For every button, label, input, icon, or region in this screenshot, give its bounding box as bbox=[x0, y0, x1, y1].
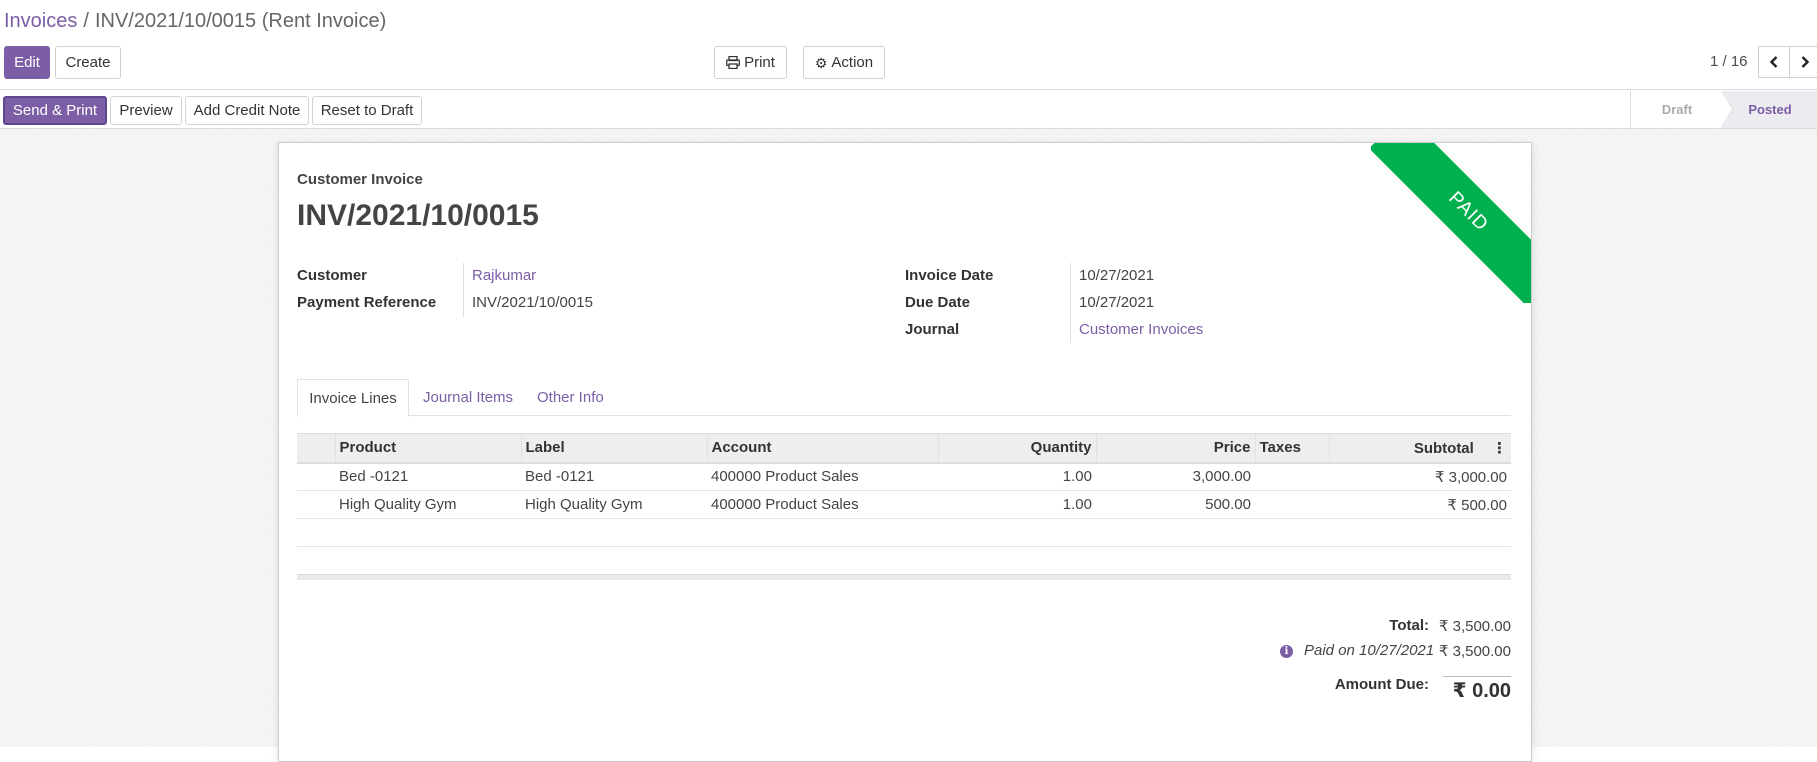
invoice-date-value[interactable]: 10/27/2021 bbox=[1079, 267, 1154, 284]
cell-product: Bed -0121 bbox=[335, 462, 521, 491]
tab-other-info[interactable]: Other Info bbox=[537, 379, 604, 416]
row-handle bbox=[297, 490, 335, 519]
cell-label: High Quality Gym bbox=[521, 490, 707, 519]
customer-label: Customer bbox=[297, 267, 368, 284]
print-icon bbox=[726, 56, 741, 69]
journal-label: Journal bbox=[905, 321, 960, 338]
pager-value[interactable]: 1 / 16 bbox=[1710, 53, 1748, 70]
cell-taxes bbox=[1255, 490, 1329, 519]
column-quantity-header[interactable]: Quantity bbox=[937, 433, 1096, 464]
chevron-right-icon bbox=[1801, 56, 1810, 68]
table-row[interactable]: High Quality Gym High Quality Gym 400000… bbox=[297, 490, 1511, 519]
send-print-button[interactable]: Send & Print bbox=[3, 96, 107, 125]
cell-account: 400000 Product Sales bbox=[707, 490, 938, 519]
field-divider bbox=[463, 263, 464, 317]
table-header-row: Product Label Account Quantity Price Tax… bbox=[297, 433, 1511, 464]
column-taxes-header[interactable]: Taxes bbox=[1254, 433, 1329, 464]
amount-due-divider bbox=[1443, 676, 1511, 677]
cell-subtotal: ₹ 3,000.00 bbox=[1329, 462, 1511, 491]
action-label: Action bbox=[831, 54, 874, 71]
optional-columns-icon[interactable]: ⋮ bbox=[1492, 439, 1507, 457]
paid-ribbon: PAID bbox=[1371, 143, 1531, 303]
table-footer-bar bbox=[297, 574, 1511, 580]
cell-price: 500.00 bbox=[1096, 490, 1255, 519]
tab-journal-items[interactable]: Journal Items bbox=[423, 379, 513, 416]
document-type: Customer Invoice bbox=[297, 171, 423, 188]
amount-due-value: ₹ 0.00 bbox=[1452, 680, 1511, 702]
gear-icon: ⚙ bbox=[814, 54, 828, 71]
chevron-left-icon bbox=[1769, 56, 1778, 68]
empty-table-row bbox=[297, 518, 1511, 547]
cell-label: Bed -0121 bbox=[521, 462, 707, 491]
payment-reference-value[interactable]: INV/2021/10/0015 bbox=[472, 294, 593, 311]
status-stages: Draft Posted bbox=[1630, 91, 1817, 128]
journal-link[interactable]: Customer Invoices bbox=[1079, 321, 1203, 338]
create-button[interactable]: Create bbox=[55, 46, 121, 79]
reset-to-draft-button[interactable]: Reset to Draft bbox=[312, 96, 422, 125]
due-date-value[interactable]: 10/27/2021 bbox=[1079, 294, 1154, 311]
column-subtotal-header[interactable]: Subtotal ⋮ bbox=[1328, 433, 1511, 464]
cell-price: 3,000.00 bbox=[1096, 462, 1255, 491]
payment-info-icon[interactable]: i bbox=[1280, 645, 1293, 658]
pager-previous-button[interactable] bbox=[1758, 46, 1790, 78]
invoice-lines-table: Product Label Account Quantity Price Tax… bbox=[297, 433, 1511, 547]
breadcrumb-invoices-link[interactable]: Invoices bbox=[4, 10, 77, 32]
breadcrumb: Invoices / INV/2021/10/0015 (Rent Invoice) bbox=[4, 10, 386, 33]
action-button[interactable]: ⚙ Action bbox=[803, 46, 885, 79]
cell-taxes bbox=[1255, 462, 1329, 491]
column-product-header[interactable]: Product bbox=[334, 433, 521, 464]
notebook-tabs: Invoice Lines Journal Items Other Info bbox=[297, 379, 1511, 417]
cell-subtotal: ₹ 500.00 bbox=[1329, 490, 1511, 519]
pager-next-button[interactable] bbox=[1789, 46, 1817, 78]
invoice-sheet: PAID Customer Invoice INV/2021/10/0015 C… bbox=[278, 142, 1532, 762]
cell-quantity: 1.00 bbox=[938, 462, 1096, 491]
print-label: Print bbox=[744, 54, 775, 71]
breadcrumb-separator: / bbox=[83, 10, 89, 32]
breadcrumb-current: INV/2021/10/0015 (Rent Invoice) bbox=[94, 10, 387, 32]
column-price-header[interactable]: Price bbox=[1095, 433, 1255, 464]
invoice-number: INV/2021/10/0015 bbox=[297, 199, 539, 232]
print-button[interactable]: Print bbox=[714, 46, 787, 79]
paid-ribbon-label: PAID bbox=[1371, 143, 1531, 303]
control-panel: Invoices / INV/2021/10/0015 (Rent Invoice)… bbox=[0, 0, 1817, 90]
stage-draft[interactable]: Draft bbox=[1631, 91, 1733, 128]
preview-button[interactable]: Preview bbox=[110, 96, 182, 125]
invoice-date-label: Invoice Date bbox=[905, 267, 994, 284]
customer-link[interactable]: Rajkumar bbox=[472, 267, 536, 284]
paid-amount-value: ₹ 3,500.00 bbox=[1438, 643, 1511, 660]
total-value: ₹ 3,500.00 bbox=[1438, 618, 1511, 635]
column-account-header[interactable]: Account bbox=[706, 433, 938, 464]
column-subtotal-label: Subtotal bbox=[1413, 439, 1474, 457]
tab-invoice-lines[interactable]: Invoice Lines bbox=[297, 379, 409, 417]
cell-product: High Quality Gym bbox=[335, 490, 521, 519]
table-row[interactable]: Bed -0121 Bed -0121 400000 Product Sales… bbox=[297, 462, 1511, 491]
edit-button[interactable]: Edit bbox=[4, 46, 50, 79]
stage-posted[interactable]: Posted bbox=[1721, 91, 1817, 128]
status-bar: Send & Print Preview Add Credit Note Res… bbox=[0, 91, 1817, 129]
cell-quantity: 1.00 bbox=[938, 490, 1096, 519]
column-label-header[interactable]: Label bbox=[520, 433, 707, 464]
due-date-label: Due Date bbox=[905, 294, 971, 311]
row-handle bbox=[297, 462, 335, 491]
field-divider bbox=[1070, 263, 1071, 343]
add-credit-note-button[interactable]: Add Credit Note bbox=[185, 96, 309, 125]
row-handle-header bbox=[297, 433, 335, 464]
payment-reference-label: Payment Reference bbox=[297, 294, 437, 311]
cell-account: 400000 Product Sales bbox=[707, 462, 938, 491]
